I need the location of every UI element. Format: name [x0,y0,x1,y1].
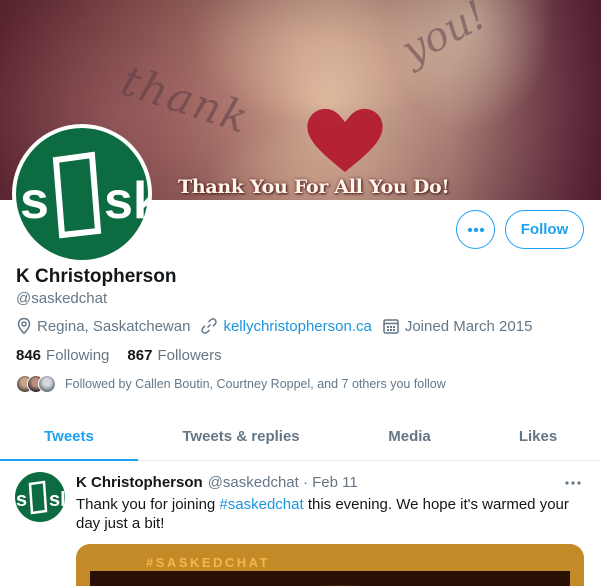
follow-button[interactable]: Follow [505,210,584,249]
media-tag-text: #SASKEDCHAT [146,555,271,570]
tweet-avatar[interactable]: s sl [15,472,65,522]
followers-label: Followers [157,347,222,364]
heart-icon [307,108,383,172]
tab-tweets[interactable]: Tweets [0,413,138,461]
location-item: Regina, Saskatchewan [16,317,190,335]
followers-link[interactable]: 867 Followers [127,347,221,364]
profile-avatar[interactable]: s sk [12,124,152,264]
profile-handle: @saskedchat [16,290,108,307]
follower-avatar [38,375,56,393]
tweet-author-name[interactable]: K Christopherson [76,474,203,491]
joined-text: Joined March 2015 [404,317,533,335]
ellipsis-icon [467,227,484,232]
tweet-text-before: Thank you for joining [76,496,220,513]
tweet-handle-date[interactable]: @saskedchat · Feb 11 [208,474,358,491]
banner-caption: Thank You For All You Do! [178,176,450,198]
following-link[interactable]: 846 Following [16,347,109,364]
svg-text:sk: sk [104,172,148,230]
tweet-text: Thank you for joining #saskedchat this e… [76,495,586,533]
followed-by-text: Followed by Callen Boutin, Courtney Ropp… [65,377,446,391]
tweet-media[interactable]: #SASKEDCHAT [76,544,584,586]
website-item: kellychristopherson.ca [200,317,372,335]
tab-likes[interactable]: Likes [475,413,601,460]
tweet-hashtag-link[interactable]: #saskedchat [219,496,303,513]
sask-logo-icon: s sl [16,480,65,515]
follow-counts: 846 Following 867 Followers [16,347,240,364]
tab-tweets-and-replies[interactable]: Tweets & replies [138,413,344,460]
tweet-more-button[interactable] [563,476,583,490]
following-count: 846 [16,347,42,364]
calendar-icon [383,319,399,334]
profile-meta: Regina, Saskatchewan kellychristopherson… [16,317,542,335]
more-options-button[interactable] [456,210,495,249]
link-icon [201,318,218,334]
profile-name: K Christopherson [16,266,177,287]
followers-count: 867 [127,347,153,364]
profile-tabs: Tweets Tweets & replies Media Likes [0,413,601,461]
svg-text:s: s [16,489,27,511]
location-pin-icon [17,317,31,335]
svg-text:sl: sl [49,489,65,511]
media-fire-image [90,571,570,586]
avatar-logo: s sk [16,128,148,260]
svg-text:s: s [20,172,49,230]
tweet-header: K Christopherson @saskedchat · Feb 11 [76,474,358,491]
followed-by[interactable]: Followed by Callen Boutin, Courtney Ropp… [16,375,446,393]
ellipsis-icon [565,481,581,485]
following-label: Following [46,347,110,364]
sask-logo-icon: s sk [20,151,148,239]
joined-item: Joined March 2015 [382,317,533,335]
tweet[interactable]: s sl K Christopherson @saskedchat · Feb … [0,462,601,586]
website-link[interactable]: kellychristopherson.ca [223,318,371,335]
location-text: Regina, Saskatchewan [37,317,191,335]
tab-media[interactable]: Media [344,413,475,460]
